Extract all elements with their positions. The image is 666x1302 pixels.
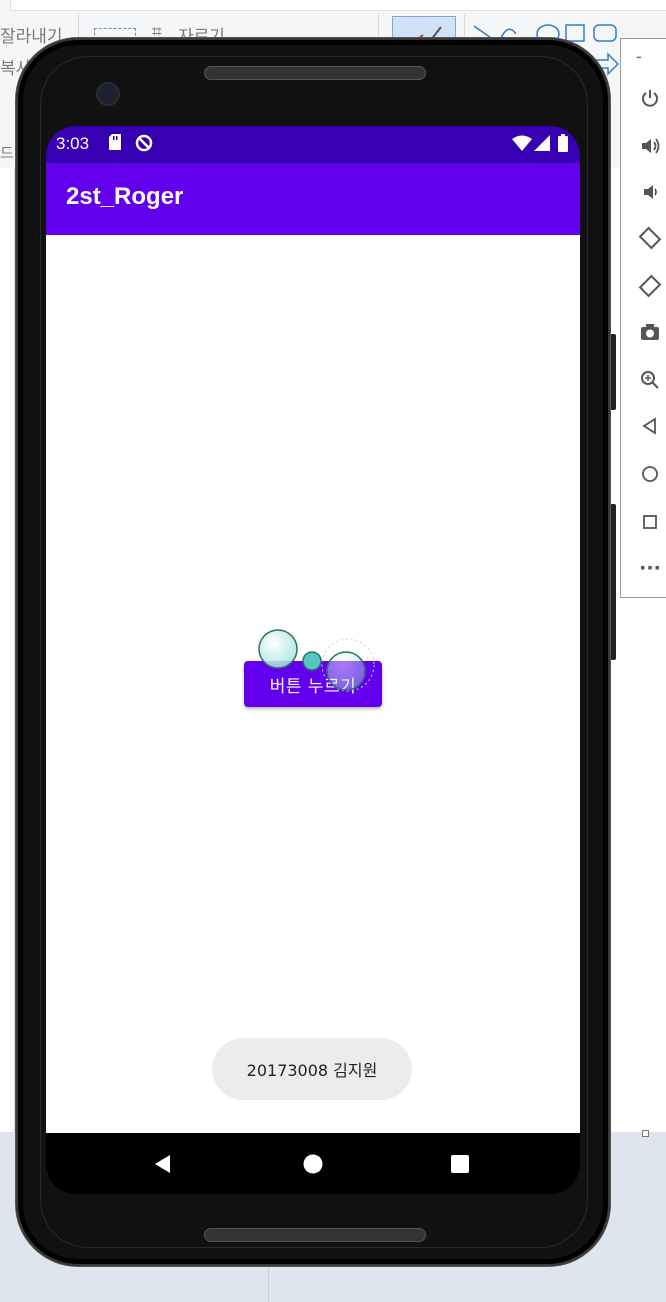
top-speaker	[204, 66, 426, 80]
volume-up-icon[interactable]	[635, 131, 665, 161]
app-bar: 2st_Roger	[46, 163, 580, 235]
bottom-speaker	[204, 1228, 426, 1242]
rotate-left-icon[interactable]	[635, 223, 665, 253]
press-button[interactable]: 버튼 누르기	[244, 661, 382, 707]
sync-disabled-icon	[135, 134, 153, 152]
emulator-toolbar: - ···	[620, 38, 666, 598]
overview-icon[interactable]	[635, 507, 665, 537]
status-time: 3:03	[56, 134, 90, 153]
navigation-bar	[46, 1133, 580, 1194]
device-screen: 3:03 2st_Roger 버튼 누르기 20173008 김지원	[46, 126, 580, 1194]
power-icon[interactable]	[635, 83, 665, 113]
power-side-button	[610, 334, 616, 410]
volume-down-icon[interactable]	[635, 177, 665, 207]
nav-back-icon[interactable]	[150, 1151, 176, 1177]
nav-overview-icon[interactable]	[447, 1151, 473, 1177]
front-camera	[96, 82, 120, 106]
canvas-resize-handle[interactable]	[642, 1130, 649, 1137]
toast-message: 20173008 김지원	[212, 1038, 412, 1100]
app-title: 2st_Roger	[66, 183, 184, 210]
wifi-icon	[512, 135, 532, 151]
more-icon[interactable]: ···	[635, 553, 665, 583]
volume-side-button	[610, 504, 616, 660]
rotate-right-icon[interactable]	[635, 271, 665, 301]
canvas-border	[14, 168, 15, 1132]
signal-icon	[534, 135, 550, 151]
camera-icon[interactable]	[635, 317, 665, 347]
group-label: 드	[0, 144, 14, 162]
ribbon-title-strip	[10, 0, 666, 11]
main-content: 버튼 누르기 20173008 김지원	[46, 235, 580, 1133]
status-bar: 3:03	[46, 126, 580, 163]
zoom-icon[interactable]	[635, 365, 665, 395]
sd-card-icon	[109, 134, 121, 150]
nav-home-icon[interactable]	[300, 1151, 326, 1177]
battery-icon	[558, 134, 568, 152]
back-icon[interactable]	[635, 411, 665, 441]
minimize-button[interactable]: -	[636, 47, 642, 66]
home-icon[interactable]	[635, 459, 665, 489]
